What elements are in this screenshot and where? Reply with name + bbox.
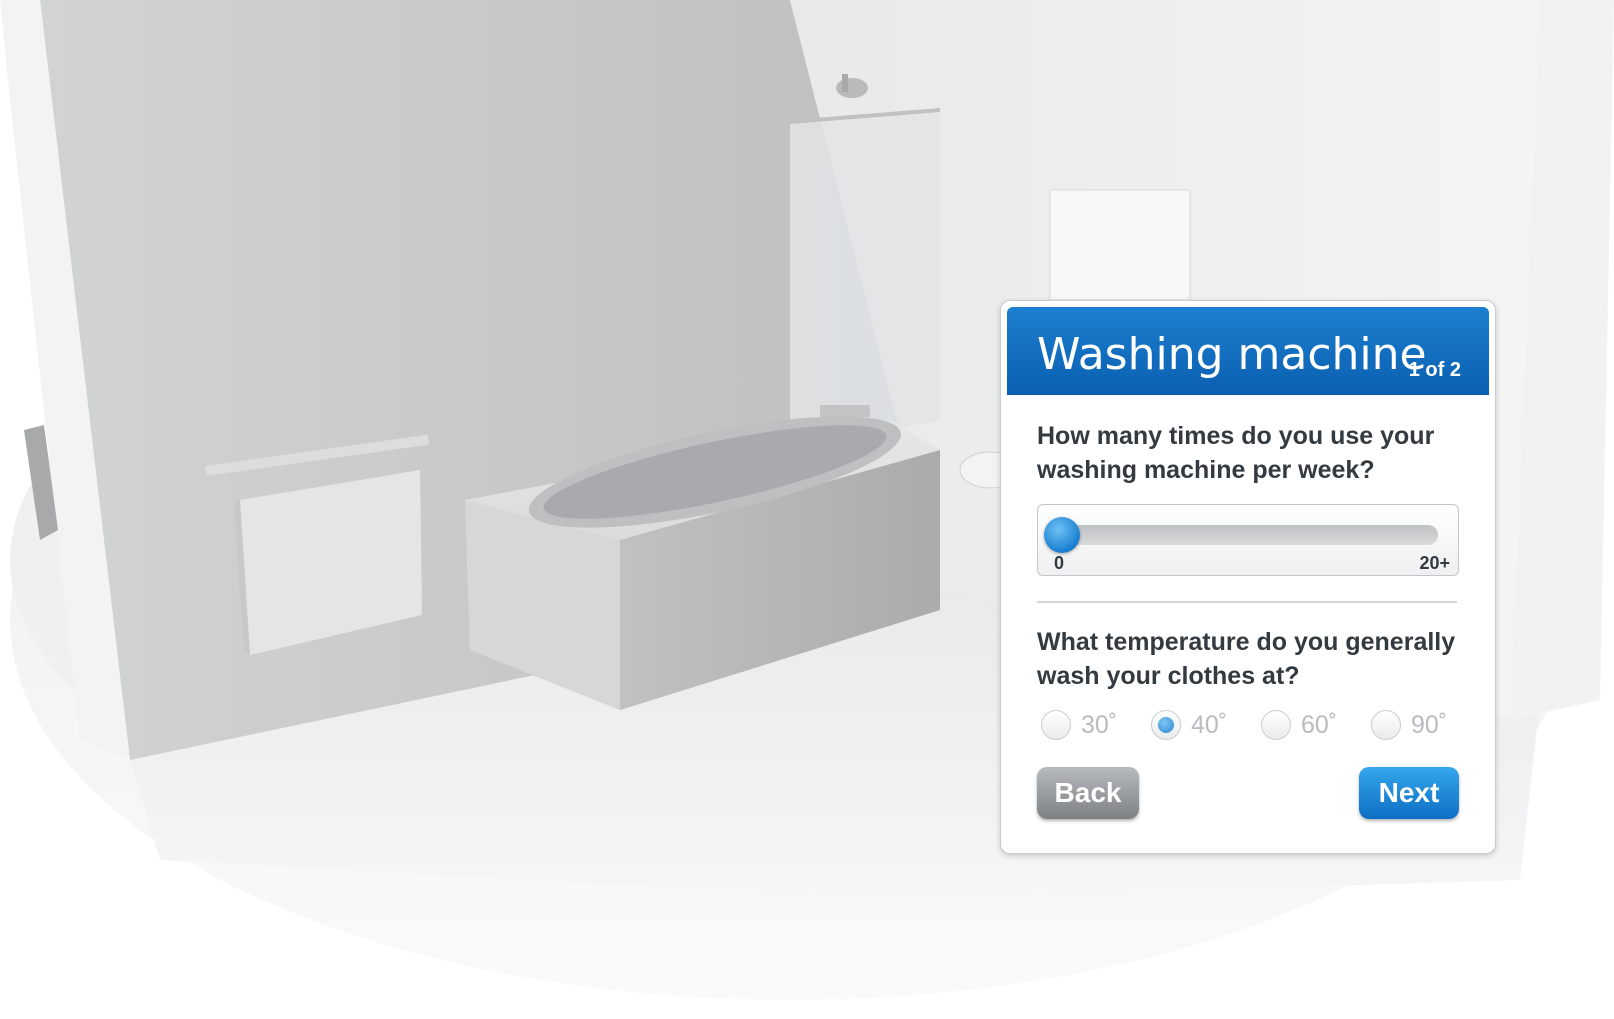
temperature-label: 90˚ (1411, 710, 1448, 739)
radio-button[interactable] (1151, 710, 1181, 740)
radio-button[interactable] (1261, 710, 1291, 740)
slider-track[interactable] (1048, 525, 1438, 545)
question-wash-temperature: What temperature do you generally wash y… (1037, 628, 1456, 690)
question-wash-frequency: How many times do you use your washing m… (1037, 422, 1435, 484)
temperature-label: 60˚ (1301, 710, 1338, 739)
temperature-option-30[interactable]: 30˚ (1041, 707, 1117, 743)
temperature-radio-group: 30˚ 40˚ 60˚ 90˚ (1041, 707, 1461, 747)
temperature-label: 30˚ (1081, 710, 1118, 739)
radio-button[interactable] (1371, 710, 1401, 740)
wash-frequency-slider[interactable]: 0 20+ (1037, 504, 1459, 576)
temperature-option-40[interactable]: 40˚ (1151, 707, 1227, 743)
slider-handle[interactable] (1044, 517, 1080, 553)
divider (1037, 601, 1457, 603)
slider-min-label: 0 (1054, 553, 1065, 573)
slider-max-label: 20+ (1419, 553, 1450, 573)
temperature-option-60[interactable]: 60˚ (1261, 707, 1337, 743)
temperature-option-90[interactable]: 90˚ (1371, 707, 1447, 743)
panel-title: Washing machine (1037, 329, 1427, 380)
back-button[interactable]: Back (1037, 767, 1139, 819)
panel-header: Washing machine 1 of 2 (1007, 307, 1489, 395)
radio-selected-dot (1158, 717, 1174, 733)
next-button[interactable]: Next (1359, 767, 1459, 819)
radio-button[interactable] (1041, 710, 1071, 740)
washing-machine-question-panel: Washing machine 1 of 2 How many times do… (1000, 300, 1496, 854)
temperature-label: 40˚ (1191, 710, 1228, 739)
step-indicator: 1 of 2 (1408, 359, 1461, 381)
